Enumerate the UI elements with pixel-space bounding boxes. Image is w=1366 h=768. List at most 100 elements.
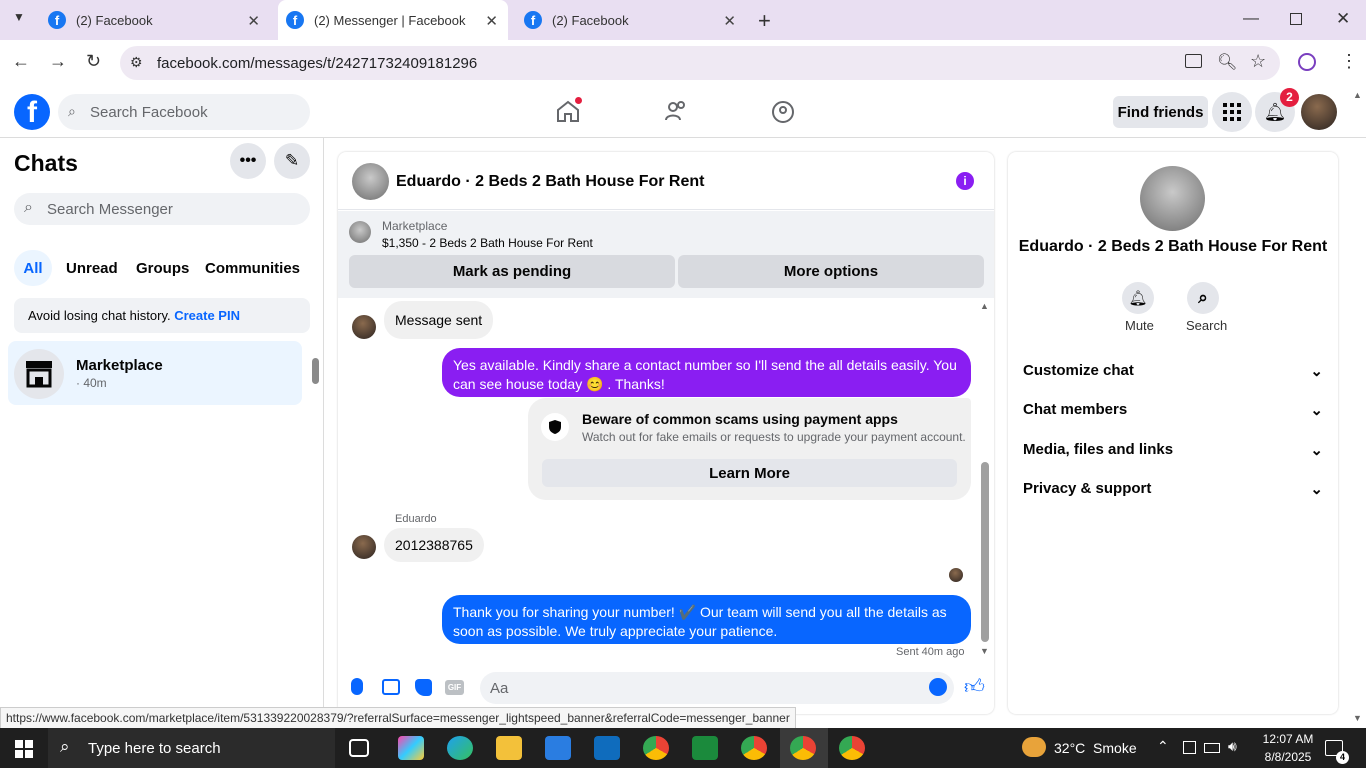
more-options-button[interactable]: More options <box>678 255 984 288</box>
windows-start-icon[interactable] <box>15 740 33 758</box>
listing-title[interactable]: $1,350 - 2 Beds 2 Bath House For Rent <box>382 236 593 250</box>
volume-icon[interactable]: 🔊︎ <box>1228 738 1237 755</box>
outlook-icon[interactable] <box>594 736 620 760</box>
microphone-icon[interactable] <box>351 678 363 695</box>
message-bubble-outgoing[interactable]: Thank you for sharing your number! ✔️ Ou… <box>442 595 971 644</box>
account-avatar[interactable] <box>1301 94 1337 130</box>
mute-label: Mute <box>1125 318 1154 333</box>
clock-time[interactable]: 12:07 AM <box>1256 732 1320 746</box>
thumbs-up-icon[interactable]: 👍︎ <box>964 675 985 699</box>
microsoft-store-icon[interactable] <box>545 736 571 760</box>
listing-thumbnail[interactable] <box>349 221 371 243</box>
chrome-profile-1-icon[interactable] <box>741 736 767 760</box>
chat-info-avatar[interactable] <box>1140 166 1205 231</box>
info-icon[interactable]: i <box>956 172 974 190</box>
profile-icon[interactable] <box>1298 53 1316 71</box>
close-window-icon[interactable]: ✕ <box>1336 9 1350 29</box>
filter-all[interactable]: All <box>14 250 52 286</box>
chevron-down-icon: ⌄ <box>1310 481 1323 498</box>
restore-window-icon[interactable] <box>1290 13 1302 25</box>
network-icon[interactable] <box>1183 741 1196 754</box>
chats-title: Chats <box>14 150 78 176</box>
install-app-icon[interactable] <box>1185 54 1202 68</box>
create-pin-link[interactable]: Create PIN <box>174 308 240 323</box>
menu-grid-button[interactable] <box>1212 92 1252 132</box>
attach-image-icon[interactable] <box>382 679 400 695</box>
copilot-icon[interactable] <box>398 736 424 760</box>
chrome-profile-3-icon[interactable] <box>839 736 865 760</box>
task-view-icon[interactable] <box>349 739 369 757</box>
chat-name: Marketplace <box>76 357 163 374</box>
search-placeholder: Search Messenger <box>47 200 173 218</box>
mark-as-pending-button[interactable]: Mark as pending <box>349 255 675 288</box>
browser-tab-facebook-2[interactable]: f (2) Facebook ✕ <box>516 0 746 40</box>
scroll-down-arrow-icon[interactable]: ▼ <box>980 646 989 656</box>
tray-chevron-icon[interactable]: ⌃ <box>1157 738 1169 755</box>
privacy-support-section[interactable]: Privacy & support ⌄ <box>1023 480 1323 498</box>
battery-icon[interactable] <box>1204 743 1220 753</box>
taskbar-search-box[interactable]: ⌕ Type here to search <box>48 728 335 768</box>
browser-menu-icon[interactable]: ⋮ <box>1340 51 1358 72</box>
learn-more-button[interactable]: Learn More <box>542 459 957 487</box>
close-tab-icon[interactable]: ✕ <box>723 12 736 30</box>
message-bubble-outgoing[interactable]: Yes available. Kindly share a contact nu… <box>442 348 971 397</box>
file-explorer-icon[interactable] <box>496 736 522 760</box>
facebook-logo-icon[interactable]: f <box>14 94 50 130</box>
new-message-button[interactable]: ✎ <box>274 143 310 179</box>
media-files-links-section[interactable]: Media, files and links ⌄ <box>1023 441 1323 459</box>
filter-communities[interactable]: Communities <box>205 255 300 281</box>
mute-button[interactable]: 🔔︎ <box>1122 282 1154 314</box>
tab-list-chevron-icon[interactable]: ▼ <box>8 10 30 30</box>
groups-icon[interactable] <box>771 100 795 124</box>
chrome-profile-2-icon[interactable] <box>790 736 816 760</box>
back-arrow-icon[interactable]: ← <box>12 51 30 72</box>
grid-icon <box>1223 103 1241 121</box>
scam-warning-title: Beware of common scams using payment app… <box>582 411 898 427</box>
page-scroll-down-icon[interactable]: ▼ <box>1353 713 1362 723</box>
stock-app-icon[interactable] <box>692 736 718 760</box>
chat-options-button[interactable]: ••• <box>230 143 266 179</box>
chat-info-panel <box>1008 152 1338 714</box>
customize-chat-section[interactable]: Customize chat ⌄ <box>1023 362 1323 380</box>
message-bubble-incoming[interactable]: Message sent <box>384 301 494 339</box>
new-tab-icon[interactable]: + <box>758 8 771 34</box>
message-input[interactable]: Aa <box>480 672 954 704</box>
site-info-icon[interactable]: ⚙ <box>130 54 143 71</box>
search-in-chat-button[interactable]: ⌕ <box>1187 282 1219 314</box>
scam-warning-body: Watch out for fake emails or requests to… <box>582 430 966 444</box>
conversation-title[interactable]: Eduardo · 2 Beds 2 Bath House For Rent <box>396 173 704 191</box>
chrome-icon[interactable] <box>643 736 669 760</box>
close-tab-icon[interactable]: ✕ <box>247 12 260 30</box>
conversation-scrollbar[interactable] <box>981 462 989 642</box>
friends-icon[interactable] <box>664 100 688 122</box>
chevron-down-icon: ⌄ <box>1310 402 1323 419</box>
filter-groups[interactable]: Groups <box>136 255 189 281</box>
conversation-avatar[interactable] <box>352 163 389 200</box>
chat-members-section[interactable]: Chat members ⌄ <box>1023 401 1323 419</box>
close-tab-icon[interactable]: ✕ <box>485 12 498 30</box>
reload-icon[interactable]: ↻ <box>86 51 101 72</box>
sidebar-scrollbar[interactable] <box>312 358 319 384</box>
forward-arrow-icon[interactable]: → <box>49 51 67 72</box>
sticker-icon[interactable] <box>415 679 432 696</box>
chat-time: · 40m <box>76 376 107 390</box>
scroll-up-arrow-icon[interactable]: ▲ <box>980 301 989 311</box>
emoji-icon[interactable] <box>929 678 947 696</box>
filter-unread[interactable]: Unread <box>66 255 118 281</box>
browser-tab-messenger[interactable]: f (2) Messenger | Facebook ✕ <box>278 0 508 40</box>
facebook-search-input[interactable]: ⌕ Search Facebook <box>58 94 310 130</box>
weather-text[interactable]: 32°C Smoke <box>1054 740 1137 756</box>
bookmark-star-icon[interactable]: ☆ <box>1250 51 1266 72</box>
browser-tab-facebook-1[interactable]: f (2) Facebook ✕ <box>40 0 270 40</box>
zoom-icon[interactable]: 🔍︎ <box>1217 52 1237 72</box>
message-bubble-incoming[interactable]: 2012388765 <box>384 528 484 562</box>
clock-date[interactable]: 8/8/2025 <box>1256 750 1320 764</box>
home-icon[interactable] <box>555 97 582 123</box>
gif-icon[interactable]: GIF <box>445 680 464 695</box>
page-scroll-up-icon[interactable]: ▲ <box>1353 90 1362 100</box>
edge-icon[interactable] <box>447 736 473 760</box>
minimize-window-icon[interactable]: — <box>1243 10 1259 28</box>
messenger-search-input[interactable]: ⌕ Search Messenger <box>14 193 310 225</box>
weather-icon[interactable] <box>1022 737 1046 757</box>
find-friends-button[interactable]: Find friends <box>1113 96 1208 128</box>
